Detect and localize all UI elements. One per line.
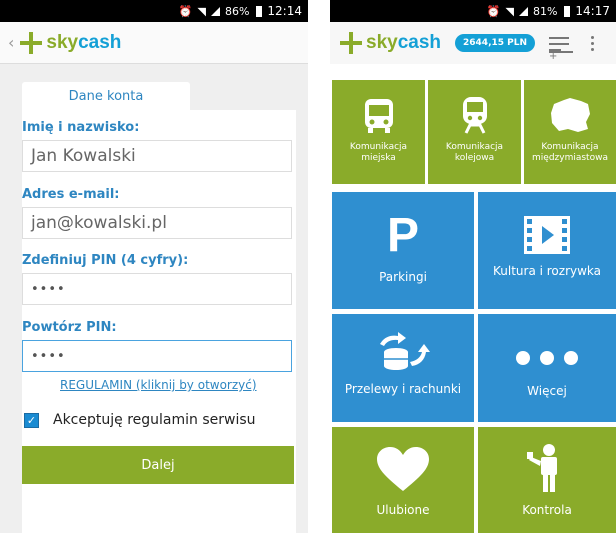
wifi-icon: ◥ — [197, 4, 206, 18]
tile-intercity-transport-label-1: Komunikacja — [541, 142, 599, 152]
heart-icon — [377, 447, 429, 491]
back-icon[interactable]: ‹ — [8, 33, 14, 52]
signal-icon — [518, 6, 528, 16]
bus-icon — [364, 99, 393, 133]
tile-transfers-bills-label: Przelewy i rachunki — [344, 382, 462, 396]
signal-icon — [210, 6, 220, 16]
add-list-icon[interactable]: + — [549, 35, 574, 62]
name-field[interactable]: Jan Kowalski — [22, 140, 292, 172]
alarm-icon: ⏰ — [486, 4, 501, 18]
name-label: Imię i nazwisko: — [22, 120, 140, 135]
tile-control[interactable]: Kontrola — [478, 427, 616, 533]
plus-logo-icon — [340, 32, 362, 54]
tile-control-label: Kontrola — [522, 503, 572, 517]
tile-city-transport-label-1: Komunikacja — [349, 142, 408, 152]
repeat-pin-field[interactable]: •••• — [22, 340, 292, 372]
inspector-icon — [527, 444, 557, 492]
repeat-pin-label: Powtórz PIN: — [22, 320, 117, 335]
tile-more-label: Więcej — [527, 384, 567, 398]
tile-favorites-label: Ulubione — [376, 503, 430, 517]
alarm-icon: ⏰ — [178, 4, 193, 18]
app-bar: skycash 2644,15 PLN + — [330, 22, 616, 64]
status-bar: ⏰ ◥ 81% 14:17 — [330, 0, 616, 22]
tile-parking-label: Parkingi — [379, 270, 427, 284]
balance-badge[interactable]: 2644,15 PLN — [455, 34, 536, 52]
tile-city-transport[interactable]: Komunikacja miejska — [332, 80, 425, 184]
skycash-logo: skycash — [20, 31, 121, 54]
pin-label: Zdefiniuj PIN (4 cyfry): — [22, 253, 189, 268]
dashboard-screen: ⏰ ◥ 81% 14:17 skycash 2644,15 PLN + Komu… — [330, 0, 616, 533]
accept-terms-checkbox[interactable]: ✓ — [24, 412, 39, 428]
battery-icon — [256, 5, 263, 17]
parking-icon: P — [386, 209, 419, 262]
battery-percent: 86% — [224, 4, 250, 18]
battery-percent: 81% — [532, 4, 558, 18]
more-dots-icon — [516, 351, 578, 365]
clock: 12:14 — [267, 4, 302, 18]
tile-parking[interactable]: P Parkingi — [332, 192, 474, 309]
overflow-menu-icon[interactable] — [591, 35, 595, 51]
plus-logo-icon — [20, 31, 43, 54]
tile-culture-entertainment[interactable]: Kultura i rozrywka — [478, 192, 616, 309]
wifi-icon: ◥ — [505, 4, 514, 18]
next-button[interactable]: Dalej — [22, 446, 294, 484]
accept-terms-row[interactable]: ✓ Akceptuję regulamin serwisu — [24, 412, 256, 428]
film-icon — [524, 216, 570, 254]
terms-link[interactable]: REGULAMIN (kliknij by otworzyć) — [60, 378, 257, 392]
email-field[interactable]: jan@kowalski.pl — [22, 207, 292, 239]
status-bar: ⏰ ◥ 86% 12:14 — [0, 0, 308, 22]
tile-favorites[interactable]: Ulubione — [332, 427, 474, 533]
tile-rail-transport-label-2: kolejowa — [454, 153, 495, 163]
tab-account-data[interactable]: Dane konta — [22, 82, 190, 110]
tile-culture-entertainment-label: Kultura i rozrywka — [492, 264, 602, 278]
tile-more[interactable]: Więcej — [478, 314, 616, 422]
account-form: Imię i nazwisko: Jan Kowalski Adres e-ma… — [22, 110, 296, 533]
skycash-logo: skycash — [340, 32, 441, 54]
app-bar: ‹ skycash — [0, 22, 308, 64]
email-label: Adres e-mail: — [22, 187, 120, 202]
poland-map-icon — [551, 98, 590, 132]
registration-screen: ⏰ ◥ 86% 12:14 ‹ skycash Dane konta Imię … — [0, 0, 308, 533]
transfer-coins-icon — [380, 332, 430, 370]
tile-city-transport-label-2: miejska — [361, 153, 396, 163]
tile-rail-transport[interactable]: Komunikacja kolejowa — [428, 80, 521, 184]
tile-transfers-bills[interactable]: Przelewy i rachunki — [332, 314, 474, 422]
clock: 14:17 — [575, 4, 610, 18]
pin-field[interactable]: •••• — [22, 273, 292, 305]
tile-intercity-transport-label-2: międzymiastowa — [532, 153, 608, 163]
train-icon — [462, 97, 487, 134]
battery-icon — [564, 5, 571, 17]
tile-rail-transport-label-1: Komunikacja — [445, 142, 504, 152]
accept-terms-label: Akceptuję regulamin serwisu — [53, 412, 256, 428]
tile-intercity-transport[interactable]: Komunikacja międzymiastowa — [524, 80, 616, 184]
